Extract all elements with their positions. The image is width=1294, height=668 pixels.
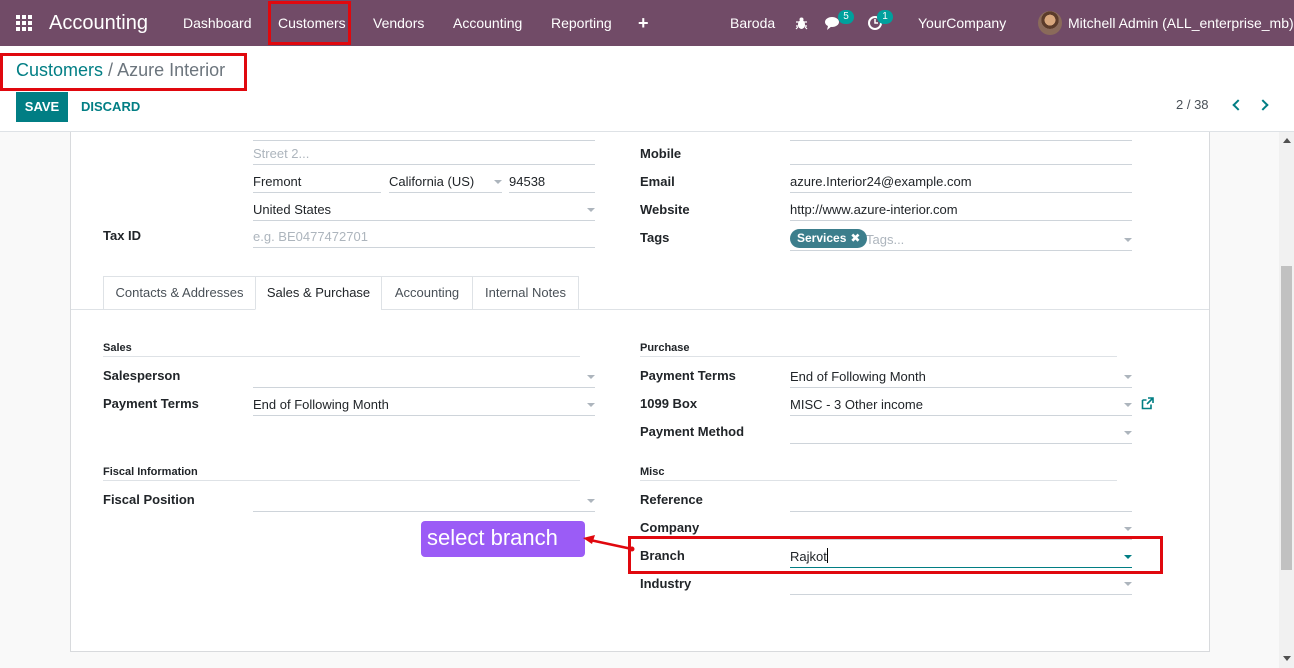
state-select[interactable]: California (US) [389,169,502,193]
industry-label: Industry [640,576,692,591]
highlight-branch-field [628,536,1163,574]
section-fiscal: Fiscal Information [103,466,198,478]
tag-label: Services [797,231,847,245]
payment-method-select[interactable] [790,420,1132,444]
box-1099-label: 1099 Box [640,396,698,411]
country-value: United States [253,202,332,217]
email-field[interactable]: azure.Interior24@example.com [790,169,1132,193]
city-field[interactable]: Fremont [253,169,381,193]
section-misc: Misc [640,466,665,478]
mobile-field[interactable] [790,141,1132,165]
section-divider [103,480,580,481]
company-label: Company [640,520,700,535]
messages-icon[interactable] [825,0,841,46]
sales-payment-terms-label: Payment Terms [103,396,199,411]
chevron-down-icon [587,208,595,212]
chevron-down-icon [1124,375,1132,379]
website-label: Website [640,202,690,217]
messages-count-badge: 5 [838,10,854,24]
chevron-down-icon [494,180,502,184]
section-divider [103,356,580,357]
app-brand[interactable]: Accounting [49,0,148,46]
purchase-payment-terms-label: Payment Terms [640,368,736,383]
box-1099-select[interactable]: MISC - 3 Other income [790,392,1132,416]
tags-label: Tags [640,230,670,245]
chevron-down-icon [587,403,595,407]
tab-accounting[interactable]: Accounting [381,276,473,310]
payment-method-label: Payment Method [640,424,745,439]
section-divider [640,480,1117,481]
activities-count-badge: 1 [877,10,893,24]
email-label: Email [640,174,675,189]
scroll-down-arrow-icon[interactable] [1283,656,1291,661]
chevron-down-icon [1124,238,1132,242]
apps-menu-icon[interactable] [16,0,34,46]
chevron-down-icon [1124,527,1132,531]
fiscal-position-select[interactable] [253,488,595,512]
highlight-customers-menu [268,1,351,45]
pager-next-icon[interactable] [1258,98,1270,112]
sales-payment-terms-value: End of Following Month [253,397,389,412]
section-divider [640,356,1117,357]
company-switcher[interactable]: YourCompany [918,0,1006,46]
external-link-icon[interactable] [1141,397,1154,410]
box-1099-value: MISC - 3 Other income [790,397,923,412]
user-menu[interactable]: Mitchell Admin (ALL_enterprise_mb) [1068,0,1294,46]
chevron-down-icon [1124,431,1132,435]
tax-id-label: Tax ID [103,228,142,243]
state-value: California (US) [389,174,475,189]
purchase-payment-terms-select[interactable]: End of Following Month [790,364,1132,388]
user-avatar[interactable] [1038,11,1062,35]
salesperson-label: Salesperson [103,368,181,383]
fiscal-position-label: Fiscal Position [103,492,195,507]
save-button[interactable]: SAVE [16,92,68,122]
mobile-label: Mobile [640,146,682,161]
annotation-arrow-icon [583,535,635,552]
country-select[interactable]: United States [253,197,595,221]
scrollbar-thumb[interactable] [1281,266,1292,570]
debug-bug-icon[interactable] [795,0,808,46]
scroll-up-arrow-icon[interactable] [1283,138,1291,143]
sales-payment-terms-select[interactable]: End of Following Month [253,392,595,416]
menu-dashboard[interactable]: Dashboard [183,0,252,46]
pager-previous-icon[interactable] [1230,98,1242,112]
website-field[interactable]: http://www.azure-interior.com [790,197,1132,221]
menu-reporting[interactable]: Reporting [551,0,612,46]
menu-accounting[interactable]: Accounting [453,0,522,46]
street2-field[interactable]: Street 2... [253,141,595,165]
reference-field[interactable] [790,488,1132,512]
tab-internal-notes[interactable]: Internal Notes [472,276,579,310]
industry-select[interactable] [790,571,1132,595]
branch-switcher[interactable]: Baroda [730,0,775,46]
tax-id-field[interactable]: e.g. BE0477472701 [253,224,595,248]
highlight-breadcrumb [0,53,247,91]
top-navbar: Accounting Dashboard Customers Vendors A… [0,0,1294,46]
salesperson-select[interactable] [253,364,595,388]
chevron-down-icon [1124,403,1132,407]
tag-services[interactable]: Services ✖ [790,229,868,248]
section-purchase: Purchase [640,342,690,354]
zip-field[interactable]: 94538 [509,169,595,193]
add-menu-icon[interactable]: + [638,0,649,46]
tab-sales-purchase[interactable]: Sales & Purchase [255,276,382,310]
tab-contacts-addresses[interactable]: Contacts & Addresses [103,276,256,310]
tag-remove-icon[interactable]: ✖ [850,231,860,245]
chevron-down-icon [1124,582,1132,586]
purchase-payment-terms-value: End of Following Month [790,369,926,384]
pager-value[interactable]: 2 / 38 [1176,97,1209,112]
tags-placeholder: Tags... [866,232,905,247]
section-sales: Sales [103,342,132,354]
annotation-callout: select branch [421,521,585,557]
chevron-down-icon [587,499,595,503]
reference-label: Reference [640,492,703,507]
discard-button[interactable]: DISCARD [81,92,140,122]
chevron-down-icon [587,375,595,379]
menu-vendors[interactable]: Vendors [373,0,424,46]
